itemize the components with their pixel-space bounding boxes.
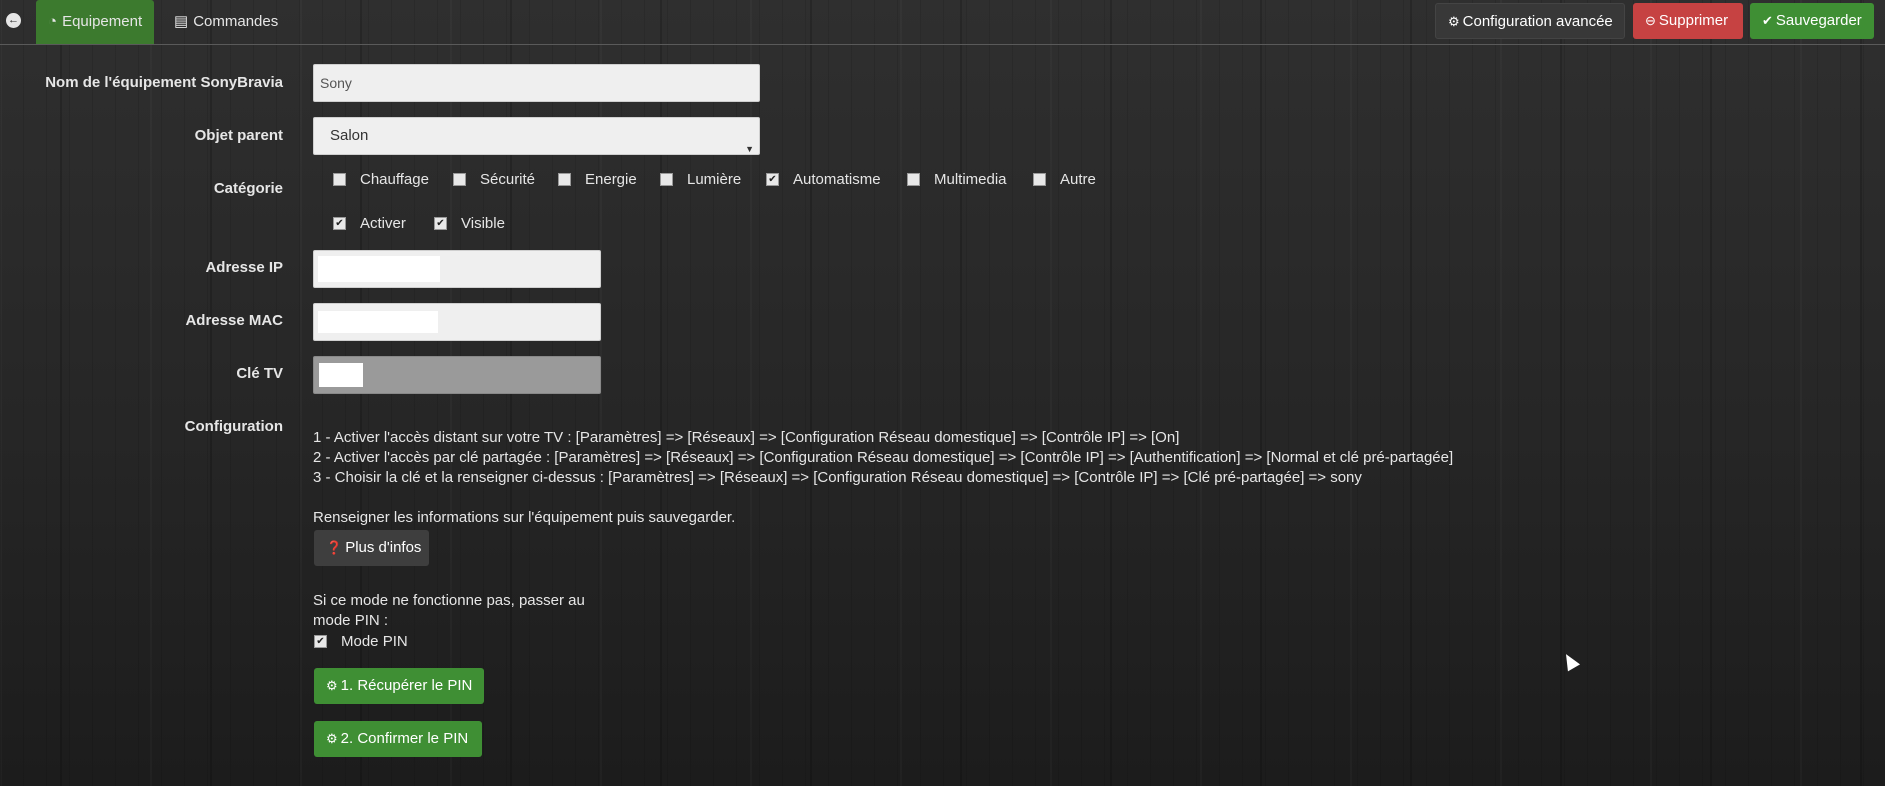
- category-checkbox-automatisme[interactable]: ✔ Automatisme: [766, 171, 881, 188]
- cle-input[interactable]: [313, 356, 601, 394]
- visible-label: Visible: [461, 215, 505, 232]
- visible-checkbox[interactable]: ✔ Visible: [434, 215, 505, 232]
- category-checkbox-autre[interactable]: Autre: [1033, 171, 1096, 188]
- plus-infos-button[interactable]: ❓ Plus d'infos: [314, 530, 429, 566]
- tab-equipement-label: Equipement: [62, 13, 143, 30]
- category-label: Autre: [1060, 171, 1096, 188]
- instruction-line-3: 3 - Choisir la clé et la renseigner ci-d…: [313, 469, 1362, 486]
- instruction-line-1: 1 - Activer l'accès distant sur votre TV…: [313, 429, 1180, 446]
- categorie-label: Catégorie: [213, 180, 283, 197]
- checkbox-box[interactable]: [453, 173, 466, 186]
- nom-input[interactable]: Sony: [313, 64, 760, 102]
- checkbox-box[interactable]: [1033, 173, 1046, 186]
- confirmer-pin-button[interactable]: ⚙ 2. Confirmer le PIN: [314, 721, 482, 757]
- nom-label: Nom de l'équipement SonyBravia: [45, 74, 283, 91]
- cogs-icon: ⚙: [1448, 14, 1460, 29]
- back-arrow-icon[interactable]: ←: [6, 13, 21, 28]
- confirmer-pin-label: 2. Confirmer le PIN: [340, 730, 469, 747]
- activer-checkbox[interactable]: ✔ Activer: [333, 215, 406, 232]
- list-icon: ▤: [174, 13, 189, 30]
- recuperer-pin-label: 1. Récupérer le PIN: [340, 677, 473, 694]
- category-label: Energie: [585, 171, 637, 188]
- checkbox-box[interactable]: [660, 173, 673, 186]
- redacted-ip: [318, 256, 440, 282]
- category-label: Automatisme: [793, 171, 881, 188]
- checkbox-box[interactable]: [907, 173, 920, 186]
- minus-circle-icon: ⊖: [1645, 13, 1656, 28]
- category-checkbox-multimedia[interactable]: Multimedia: [907, 171, 1007, 188]
- plus-infos-label: Plus d'infos: [345, 539, 422, 556]
- category-checkbox-chauffage[interactable]: Chauffage: [333, 171, 429, 188]
- checkbox-checked-icon[interactable]: ✔: [766, 173, 779, 186]
- delete-button[interactable]: ⊖ Supprimer: [1633, 3, 1743, 39]
- category-label: Multimedia: [934, 171, 1007, 188]
- mouse-cursor-icon: [1559, 650, 1581, 672]
- question-circle-icon: ❓: [326, 540, 343, 555]
- mode-pin-checkbox[interactable]: ✔ Mode PIN: [314, 633, 408, 650]
- checkbox-checked-icon[interactable]: ✔: [333, 217, 346, 230]
- config-avancee-button[interactable]: ⚙ Configuration avancée: [1435, 3, 1625, 39]
- category-label: Lumière: [687, 171, 742, 188]
- cogs-icon: ⚙: [326, 678, 338, 693]
- redacted-mac: [318, 311, 438, 333]
- cle-label: Clé TV: [236, 365, 283, 382]
- save-label: Sauvegarder: [1775, 12, 1862, 29]
- mac-label: Adresse MAC: [185, 312, 283, 329]
- chevron-down-icon: ▼: [745, 144, 754, 154]
- tab-commandes[interactable]: ▤ Commandes: [162, 0, 290, 44]
- pin-hint-line-1: Si ce mode ne fonctionne pas, passer au: [313, 592, 585, 609]
- category-label: Sécurité: [480, 171, 536, 188]
- parent-value: Salon: [330, 127, 369, 144]
- checkbox-box[interactable]: [558, 173, 571, 186]
- mode-pin-label: Mode PIN: [341, 633, 408, 650]
- category-label: Chauffage: [360, 171, 429, 188]
- category-checkbox-lumiere[interactable]: Lumière: [660, 171, 741, 188]
- config-avancee-label: Configuration avancée: [1462, 13, 1613, 30]
- redacted-key: [319, 363, 363, 387]
- tab-equipement[interactable]: ◔ Equipement: [36, 0, 155, 44]
- category-checkbox-energie[interactable]: Energie: [558, 171, 637, 188]
- tab-commandes-label: Commandes: [193, 13, 279, 30]
- parent-label: Objet parent: [194, 127, 283, 144]
- ip-input[interactable]: [313, 250, 601, 288]
- mac-input[interactable]: [313, 303, 601, 341]
- dashboard-icon: ◔: [48, 13, 58, 30]
- checkbox-box[interactable]: [333, 173, 346, 186]
- nom-value: Sony: [320, 75, 352, 91]
- config-label: Configuration: [184, 418, 283, 435]
- parent-select[interactable]: Salon ▼: [313, 117, 760, 155]
- check-circle-icon: ✔: [1762, 13, 1773, 28]
- checkbox-checked-icon[interactable]: ✔: [434, 217, 447, 230]
- cogs-icon: ⚙: [326, 731, 338, 746]
- recuperer-pin-button[interactable]: ⚙ 1. Récupérer le PIN: [314, 668, 484, 704]
- activer-label: Activer: [360, 215, 406, 232]
- ip-label: Adresse IP: [205, 259, 283, 276]
- top-nav-bar: ← ◔ Equipement ▤ Commandes ⚙ Configuration …: [0, 0, 1885, 45]
- renseigner-text: Renseigner les informations sur l'équipe…: [313, 509, 736, 526]
- instruction-line-2: 2 - Activer l'accès par clé partagée : […: [313, 449, 1454, 466]
- checkbox-checked-icon[interactable]: ✔: [314, 635, 327, 648]
- category-checkbox-securite[interactable]: Sécurité: [453, 171, 535, 188]
- pin-hint-line-2: mode PIN :: [313, 612, 389, 629]
- delete-label: Supprimer: [1658, 12, 1729, 29]
- save-button[interactable]: ✔ Sauvegarder: [1750, 3, 1874, 39]
